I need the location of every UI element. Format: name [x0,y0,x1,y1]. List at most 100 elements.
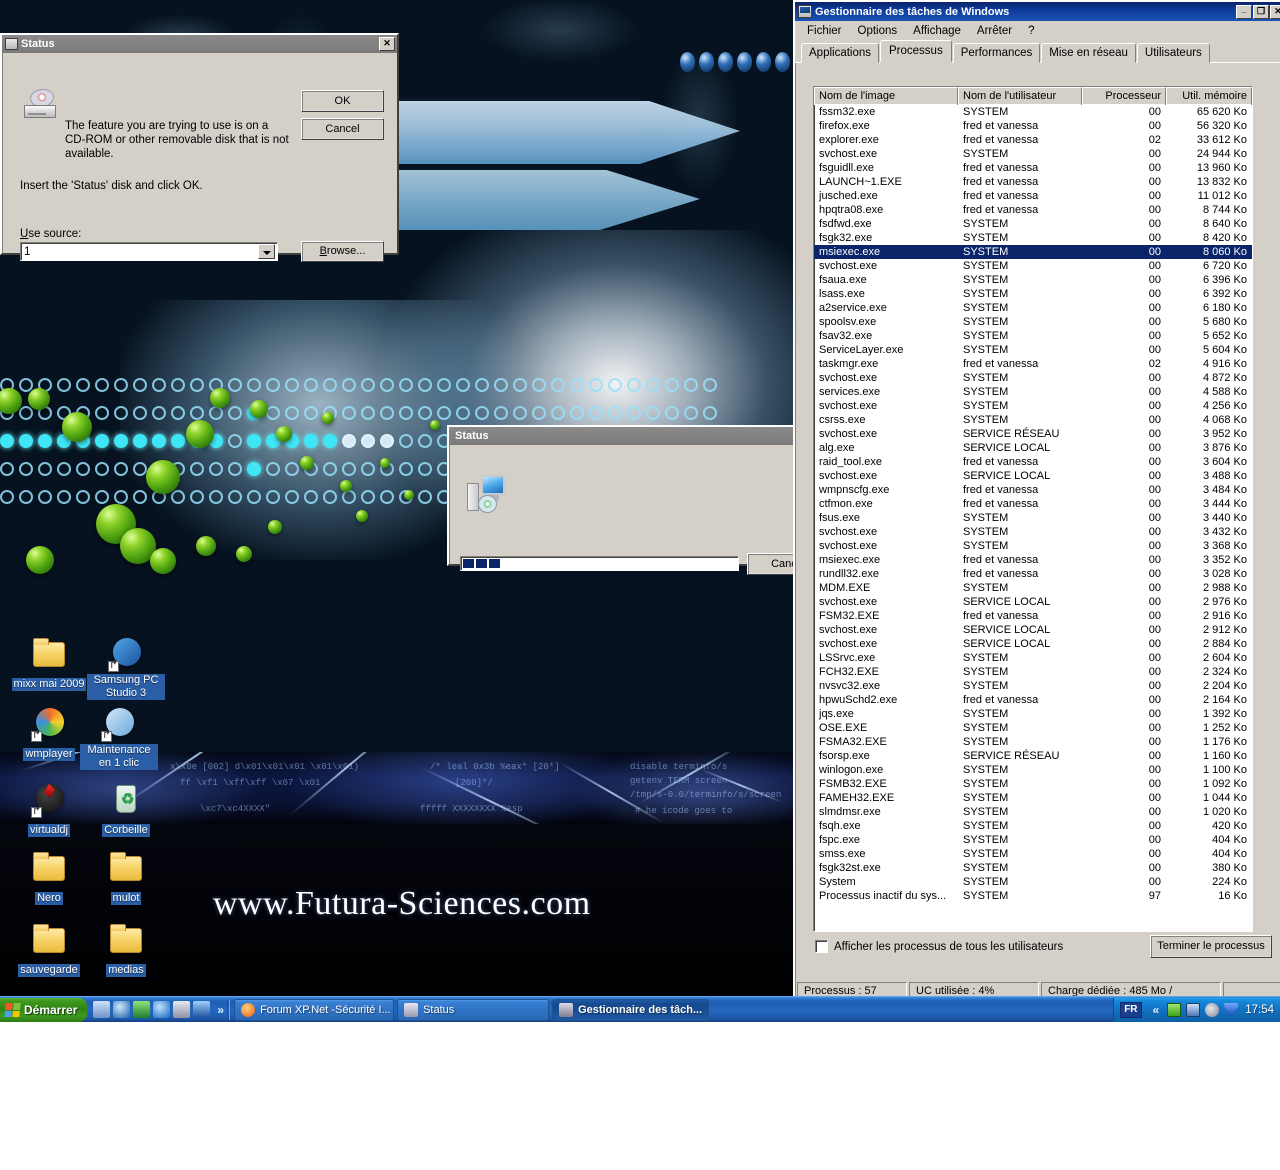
process-row[interactable]: fsav32.exe SYSTEM 00 5 652 Ko [814,329,1252,343]
outlook-icon[interactable] [173,1001,191,1018]
process-row[interactable]: jqs.exe SYSTEM 00 1 392 Ko [814,707,1252,721]
process-row[interactable]: hpqtra08.exe fred et vanessa 00 8 744 Ko [814,203,1252,217]
process-row[interactable]: fsdfwd.exe SYSTEM 00 8 640 Ko [814,217,1252,231]
column-header-user-name[interactable]: Nom de l'utilisateur [958,87,1082,105]
process-row[interactable]: svchost.exe SERVICE LOCAL 00 2 976 Ko [814,595,1252,609]
process-row[interactable]: smss.exe SYSTEM 00 404 Ko [814,847,1252,861]
taskbar[interactable]: Démarrer » Forum XP.Net -Sécurité I... St… [0,996,1280,1022]
process-row[interactable]: LSSrvc.exe SYSTEM 00 2 604 Ko [814,651,1252,665]
task-manager-titlebar[interactable]: Gestionnaire des tâches de Windows _ ❐ ✕ [795,2,1280,21]
process-row[interactable]: FSMB32.EXE SYSTEM 00 1 092 Ko [814,777,1252,791]
process-row[interactable]: fsguidll.exe fred et vanessa 00 13 960 Ko [814,161,1252,175]
column-header-cpu[interactable]: Processeur [1082,87,1166,105]
status-cdrom-dialog[interactable]: Status ✕ The feature you are trying to u… [0,33,399,262]
desktop-icon[interactable]: Samsung PC Studio 3 [87,636,165,701]
process-row[interactable]: fsaua.exe SYSTEM 00 6 396 Ko [814,273,1252,287]
process-row[interactable]: fsgk32st.exe SYSTEM 00 380 Ko [814,861,1252,875]
process-row[interactable]: raid_tool.exe fred et vanessa 00 3 604 Ko [814,455,1252,469]
status-progress-dialog[interactable]: Status Cance [447,425,827,575]
process-row[interactable]: rundll32.exe fred et vanessa 00 3 028 Ko [814,567,1252,581]
process-row[interactable]: FSMA32.EXE SYSTEM 00 1 176 Ko [814,735,1252,749]
shield-icon[interactable] [133,1001,151,1018]
chevron-down-icon[interactable] [258,244,275,259]
process-row[interactable]: alg.exe SERVICE LOCAL 00 3 876 Ko [814,441,1252,455]
process-row[interactable]: ctfmon.exe fred et vanessa 00 3 444 Ko [814,497,1252,511]
tab-applications[interactable]: Applications [801,43,880,63]
process-row[interactable]: fspc.exe SYSTEM 00 404 Ko [814,833,1252,847]
volume-icon[interactable] [1205,1002,1220,1017]
process-row[interactable]: jusched.exe fred et vanessa 00 11 012 Ko [814,189,1252,203]
process-row[interactable]: lsass.exe SYSTEM 00 6 392 Ko [814,287,1252,301]
task-manager-tabs[interactable]: Applications Processus Performances Mise en… [795,40,1280,63]
process-row[interactable]: FCH32.EXE SYSTEM 00 2 324 Ko [814,665,1252,679]
process-row[interactable]: svchost.exe SERVICE LOCAL 00 2 884 Ko [814,637,1252,651]
process-row[interactable]: fssm32.exe SYSTEM 00 65 620 Ko [814,105,1252,119]
process-list-body[interactable]: fssm32.exe SYSTEM 00 65 620 Ko firefox.exe fr… [814,105,1252,931]
process-row[interactable]: fsqh.exe SYSTEM 00 420 Ko [814,819,1252,833]
process-row[interactable]: explorer.exe fred et vanessa 02 33 612 Ko [814,133,1252,147]
minimize-button[interactable]: _ [1236,4,1252,19]
status-dialog-titlebar[interactable]: Status ✕ [2,35,397,53]
shield-icon[interactable] [1224,1002,1239,1017]
tab-utilisateurs[interactable]: Utilisateurs [1136,43,1210,63]
process-row[interactable]: firefox.exe fred et vanessa 00 56 320 Ko [814,119,1252,133]
process-row[interactable]: svchost.exe SERVICE LOCAL 00 3 488 Ko [814,469,1252,483]
quick-launch-overflow-icon[interactable]: » [214,1003,227,1017]
process-row[interactable]: svchost.exe SERVICE RÉSEAU 00 3 952 Ko [814,427,1252,441]
cancel-button[interactable]: Cancel [301,118,384,140]
menu-item-[interactable]: ? [1020,23,1042,39]
process-row[interactable]: Processus inactif du sys... SYSTEM 97 16 Ko [814,889,1252,903]
desktop-icon[interactable]: Maintenance en 1 clic [80,706,158,771]
process-row[interactable]: MDM.EXE SYSTEM 00 2 988 Ko [814,581,1252,595]
tray-expand-icon[interactable]: « [1150,1003,1163,1017]
source-combobox[interactable]: 1 [20,242,278,261]
process-row[interactable]: svchost.exe SYSTEM 00 4 872 Ko [814,371,1252,385]
show-all-users-row[interactable]: Afficher les processus de tous les utili… [815,940,1063,953]
usb-icon[interactable] [1186,1002,1201,1017]
internet-icon[interactable] [113,1001,131,1018]
process-row[interactable]: svchost.exe SYSTEM 00 24 944 Ko [814,147,1252,161]
desktop-icon[interactable]: medias [87,922,165,978]
process-row[interactable]: services.exe SYSTEM 00 4 588 Ko [814,385,1252,399]
taskbar-button[interactable]: Status [397,998,550,1021]
process-row[interactable]: spoolsv.exe SYSTEM 00 5 680 Ko [814,315,1252,329]
process-row[interactable]: LAUNCH~1.EXE fred et vanessa 00 13 832 Ko [814,175,1252,189]
maximize-button[interactable]: ❐ [1253,4,1269,19]
process-row[interactable]: ServiceLayer.exe SYSTEM 00 5 604 Ko [814,343,1252,357]
tab-processus[interactable]: Processus [880,40,952,62]
network-icon[interactable] [1167,1002,1182,1017]
menu-item-arrter[interactable]: Arrêter [969,23,1020,39]
process-row[interactable]: slmdmsr.exe SYSTEM 00 1 020 Ko [814,805,1252,819]
process-row[interactable]: FAMEH32.EXE SYSTEM 00 1 044 Ko [814,791,1252,805]
tab-performances[interactable]: Performances [952,43,1041,63]
process-row[interactable]: fsgk32.exe SYSTEM 00 8 420 Ko [814,231,1252,245]
process-row[interactable]: FSM32.EXE fred et vanessa 00 2 916 Ko [814,609,1252,623]
process-row[interactable]: svchost.exe SYSTEM 00 4 256 Ko [814,399,1252,413]
taskbar-clock[interactable]: 17:54 [1243,1004,1274,1016]
process-row[interactable]: msiexec.exe SYSTEM 00 8 060 Ko [814,245,1252,259]
desktop-icon[interactable]: sauvegarde [10,922,88,978]
desktop-icon[interactable]: Nero [10,850,88,906]
close-button[interactable]: ✕ [1270,4,1280,19]
process-row[interactable]: hpwuSchd2.exe fred et vanessa 00 2 164 Ko [814,693,1252,707]
close-icon[interactable]: ✕ [379,37,395,51]
process-row[interactable]: msiexec.exe fred et vanessa 00 3 352 Ko [814,553,1252,567]
ie-icon[interactable] [153,1001,171,1018]
column-header-image-name[interactable]: Nom de l'image [814,87,958,105]
process-row[interactable]: svchost.exe SYSTEM 00 6 720 Ko [814,259,1252,273]
tab-mise-en-r-seau[interactable]: Mise en réseau [1041,43,1136,63]
process-row[interactable]: fsus.exe SYSTEM 00 3 440 Ko [814,511,1252,525]
task-manager-window[interactable]: Gestionnaire des tâches de Windows _ ❐ ✕… [793,0,1280,1005]
desktop-icon[interactable]: ♻ Corbeille [87,782,165,838]
process-row[interactable]: svchost.exe SYSTEM 00 3 432 Ko [814,525,1252,539]
quick-launch-bar[interactable] [89,998,214,1022]
media-icon[interactable] [193,1001,211,1018]
status-progress-titlebar[interactable]: Status [449,427,793,445]
ok-button[interactable]: OK [301,90,384,112]
desktop-icon[interactable]: virtualdj [10,782,88,838]
process-row[interactable]: a2service.exe SYSTEM 00 6 180 Ko [814,301,1252,315]
process-row[interactable]: fsorsp.exe SERVICE RÉSEAU 00 1 160 Ko [814,749,1252,763]
taskbar-button[interactable]: Gestionnaire des tâch... [552,998,710,1021]
taskbar-button[interactable]: Forum XP.Net -Sécurité I... [234,998,395,1021]
task-manager-menubar[interactable]: Fichier Options Affichage Arrêter? [795,21,1280,41]
